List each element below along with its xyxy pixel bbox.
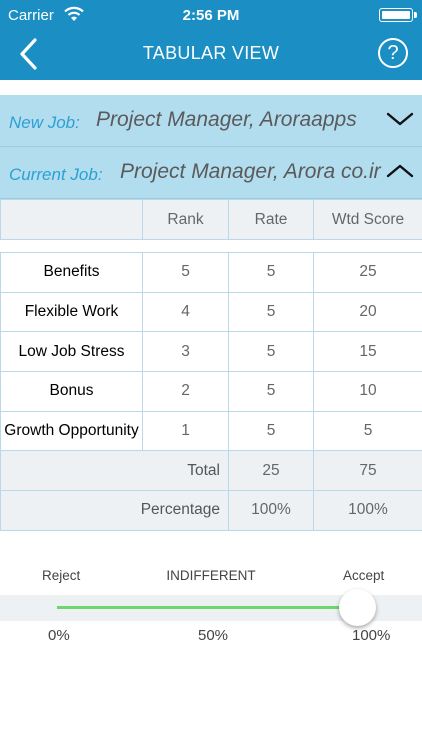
page-title: TABULAR VIEW [142,43,280,63]
table-spacer [0,239,422,253]
table-header-row: Rank Rate Wtd Score [0,199,422,240]
percentage-row: Percentage 100% 100% [0,490,422,531]
status-bar: Carrier 2:56 PM [0,0,422,30]
rank-cell: 2 [142,371,229,412]
rank-cell: 3 [142,331,229,373]
chevron-up-icon[interactable] [386,161,414,181]
rate-cell: 5 [228,371,314,412]
score-table: Rank Rate Wtd Score Benefits 5 5 25 Flex… [0,199,422,531]
total-rate-cell: 25 [228,450,314,492]
metric-label: Flexible Work [0,291,143,333]
table-row: Growth Opportunity 1 5 5 [0,410,422,452]
percentage-wtd-cell: 100% [313,490,422,531]
table-header-cell: Rate [228,199,314,240]
table-row: Benefits 5 5 25 [0,252,422,293]
battery-icon [379,8,417,22]
decision-slider: Reject INDIFFERENT Accept 0% 50% 100% [0,560,422,660]
help-button[interactable]: ? [378,38,408,68]
current-job-value: Project Manager, Arora co.ir [120,160,381,183]
nav-bar: Carrier 2:56 PM TABULAR VIEW ? [0,0,422,80]
chevron-down-icon[interactable] [386,109,414,129]
wtd-score-cell: 5 [313,410,422,452]
mid-percent-label: 50% [198,627,229,644]
table-header-cell [0,199,143,240]
table-header-cell: Wtd Score [313,199,422,240]
percentage-label: Percentage [0,490,229,531]
new-job-row[interactable]: New Job: Project Manager, Aroraapps [0,95,422,147]
min-percent-label: 0% [48,627,70,644]
accept-label: Accept [343,568,385,583]
slider-thumb[interactable] [339,589,376,626]
rate-cell: 5 [228,331,314,373]
rate-cell: 5 [228,252,314,293]
table-row: Bonus 2 5 10 [0,371,422,412]
table-row: Flexible Work 4 5 20 [0,291,422,333]
percentage-rate-cell: 100% [228,490,314,531]
total-label: Total [0,450,229,492]
new-job-value: Project Manager, Aroraapps [96,108,357,131]
wtd-score-cell: 10 [313,371,422,412]
help-icon: ? [387,42,399,64]
current-job-row[interactable]: Current Job: Project Manager, Arora co.i… [0,147,422,199]
slider-fill [57,606,357,609]
wtd-score-cell: 20 [313,291,422,333]
rate-cell: 5 [228,291,314,333]
metric-label: Bonus [0,371,143,412]
total-row: Total 25 75 [0,450,422,492]
rate-cell: 5 [228,410,314,452]
max-percent-label: 100% [352,627,391,644]
wtd-score-cell: 25 [313,252,422,293]
rank-cell: 5 [142,252,229,293]
status-time: 2:56 PM [182,7,240,24]
rank-cell: 4 [142,291,229,333]
rank-cell: 1 [142,410,229,452]
table-row: Low Job Stress 3 5 15 [0,331,422,373]
current-job-label: Current Job: [9,165,103,184]
total-wtd-cell: 75 [313,450,422,492]
metric-label: Growth Opportunity [0,410,143,452]
metric-label: Low Job Stress [0,331,143,373]
new-job-label: New Job: [9,113,80,132]
table-header-cell: Rank [142,199,229,240]
wtd-score-cell: 15 [313,331,422,373]
metric-label: Benefits [0,252,143,293]
